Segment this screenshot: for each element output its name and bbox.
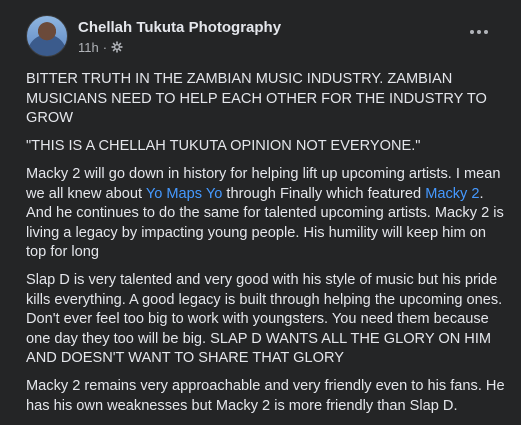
separator-dot: · — [102, 39, 108, 55]
dot — [484, 30, 488, 34]
post-paragraph-slap-d: Slap D is very talented and very good wi… — [26, 272, 503, 366]
post-paragraph-disclaimer: "THIS IS A CHELLAH TUKUTA OPINION NOT EV… — [26, 138, 421, 154]
text-segment: through Finally which featured — [222, 185, 426, 202]
macky2-tag-link[interactable]: Macky 2 — [425, 186, 479, 202]
dot — [470, 30, 474, 34]
post-paragraph-headline: BITTER TRUTH IN THE ZAMBIAN MUSIC INDUST… — [26, 71, 487, 126]
post-paragraph-macky: Macky 2 will go down in history for help… — [26, 165, 506, 263]
yo-maps-tag-link[interactable]: Yo Maps Yo — [146, 186, 223, 202]
page-avatar[interactable] — [26, 15, 68, 57]
facebook-post: Chellah Tukuta Photography 11h · BITTER … — [0, 0, 521, 414]
page-name-link[interactable]: Chellah Tukuta Photography — [78, 18, 281, 37]
post-body: BITTER TRUTH IN THE ZAMBIAN MUSIC INDUST… — [26, 70, 506, 425]
post-timestamp[interactable]: 11h — [78, 40, 99, 55]
post-paragraph-comparison: Macky 2 remains very approachable and ve… — [26, 378, 505, 414]
post-header: Chellah Tukuta Photography 11h · — [26, 14, 281, 58]
post-subline: 11h · — [78, 40, 281, 55]
settings-gear-icon[interactable] — [111, 41, 123, 53]
post-meta: Chellah Tukuta Photography 11h · — [78, 18, 281, 55]
more-options-icon[interactable] — [465, 22, 493, 42]
dot — [477, 30, 481, 34]
